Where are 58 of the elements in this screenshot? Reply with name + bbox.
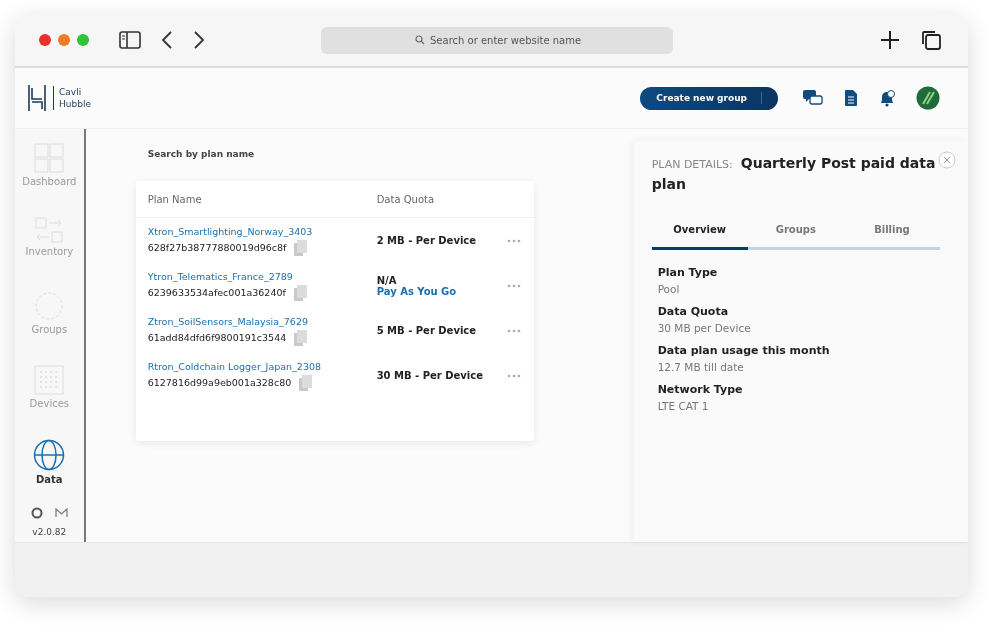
data-quota: 5 MB - Per Device	[376, 325, 478, 336]
ring-icon	[34, 291, 65, 321]
sidebar-item[interactable]: Data	[33, 439, 66, 513]
data-quota: 2 MB - Per Device	[376, 235, 478, 246]
panel-title: PLAN DETAILS: Quarterly Post paid data plan	[651, 154, 937, 194]
close-icon[interactable]	[938, 151, 956, 169]
field-value: Pool	[657, 283, 681, 295]
forward-icon[interactable]	[193, 31, 205, 49]
field-value: 30 MB per Device	[657, 322, 752, 334]
search-icon	[415, 34, 425, 45]
version-label: v2.0.82	[32, 527, 67, 537]
logo-icon	[27, 84, 47, 112]
github-icon[interactable]	[30, 507, 43, 519]
data-quota: 30 MB - Per Device	[376, 370, 484, 381]
column-header: Plan Name	[147, 193, 203, 205]
tab[interactable]: Groups	[747, 224, 844, 250]
address-bar[interactable]: Search or enter website name	[321, 26, 673, 54]
tabs-overview-icon[interactable]	[920, 29, 942, 51]
search-label: Search by plan name	[147, 149, 256, 159]
tab[interactable]: Overview	[651, 224, 748, 250]
brand-name: Hubble	[59, 98, 91, 110]
plan-link[interactable]: Ytron_Telematics_France_2789	[147, 270, 377, 282]
document-icon[interactable]	[844, 89, 858, 107]
back-icon[interactable]	[161, 31, 173, 49]
transfer-icon	[34, 217, 65, 243]
more-icon[interactable]	[506, 328, 521, 333]
maximize-window-button[interactable]	[77, 34, 89, 46]
plan-link[interactable]: Rtron_Coldchain Logger_Japan_2308	[147, 360, 377, 372]
minimize-window-button[interactable]	[58, 34, 70, 46]
field-label: Data plan usage this month	[657, 344, 831, 357]
avatar-icon[interactable]	[916, 86, 940, 110]
field-value: 12.7 MB till date	[657, 361, 745, 373]
data-quota: N/A	[376, 274, 398, 286]
quota-note: Pay As You Go	[376, 285, 458, 297]
more-icon[interactable]	[506, 373, 521, 378]
new-tab-icon[interactable]	[880, 30, 900, 50]
close-window-button[interactable]	[39, 34, 51, 46]
mail-icon[interactable]	[54, 508, 68, 518]
create-group-button[interactable]: Create new group	[640, 86, 778, 110]
more-icon[interactable]	[506, 283, 521, 288]
bell-icon[interactable]	[878, 89, 896, 107]
column-header: Data Quota	[376, 193, 436, 205]
field-label: Data Quota	[657, 305, 730, 318]
field-label: Plan Type	[657, 266, 719, 279]
chat-icon[interactable]	[802, 89, 824, 107]
plan-id: 61add84dfd6f9800191c3544	[147, 332, 287, 343]
tab[interactable]: Billing	[843, 224, 940, 250]
plan-id: 6239633534afec001a36240f	[147, 287, 286, 298]
globe-icon	[33, 439, 66, 471]
field-label: Network Type	[657, 383, 744, 396]
plan-id: 628f27b38777880019d96c8f	[147, 242, 287, 253]
plan-link[interactable]: Ztron_SoilSensors_Malaysia_7629	[147, 315, 377, 327]
more-icon[interactable]	[506, 238, 521, 243]
plan-id: 6127816d99a9eb001a328c80	[147, 377, 292, 388]
field-value: LTE CAT 1	[657, 400, 710, 412]
sidebar-toggle-icon[interactable]	[119, 31, 141, 49]
plan-link[interactable]: Xtron_Smartlighting_Norway_3403	[147, 225, 377, 237]
brand-name: Cavli	[59, 86, 83, 98]
